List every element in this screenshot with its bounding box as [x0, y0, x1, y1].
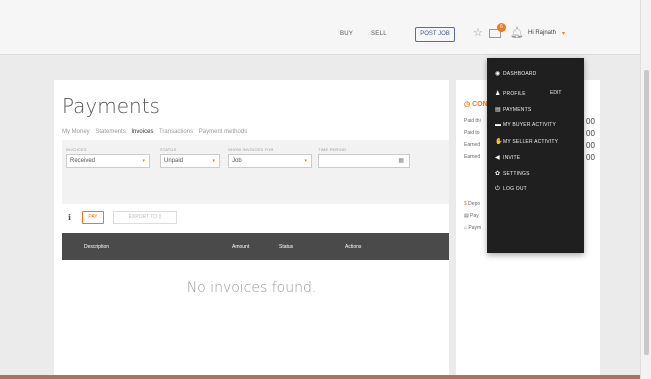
nav-buy-link[interactable]: BUY — [340, 31, 353, 37]
star-icon[interactable]: ☆ — [473, 28, 483, 39]
payments-subnav: My Money Statements Invoices Transaction… — [62, 129, 251, 135]
power-icon: ⏻ — [495, 186, 500, 192]
page-scrollbar[interactable] — [640, 0, 651, 379]
empty-state-message: No invoices found. — [186, 280, 317, 296]
menu-item-label: PAYMENTS — [503, 107, 532, 113]
chevron-down-icon: ▾ — [212, 158, 215, 164]
summary-value: 00 — [586, 129, 595, 138]
bell-icon[interactable]: 🔔︎ — [510, 28, 524, 39]
top-navbar: BUY SELL POST JOB ☆ 6 🔔︎ Hi Rajnath ▾ — [0, 0, 640, 55]
summary-line: Paid to — [464, 130, 480, 136]
menu-item-buyer-activity[interactable]: ▬ MY BUYER ACTIVITY — [495, 122, 556, 128]
summary-link-pay[interactable]: ▤ Pay — [464, 213, 479, 219]
summary-title: ◷ CON — [464, 100, 488, 108]
summary-line: Paid thi — [464, 118, 481, 124]
subnav-invoices[interactable]: Invoices — [131, 129, 153, 135]
menu-item-label: PROFILE — [503, 91, 526, 97]
summary-value: 00 — [586, 153, 595, 162]
deposit-link-label: Depo — [468, 201, 481, 207]
status-select[interactable]: Unpaid ▾ — [160, 154, 220, 168]
user-icon: ♟ — [495, 91, 501, 97]
subnav-my-money[interactable]: My Money — [62, 129, 90, 135]
send-icon: ◀ — [495, 155, 500, 161]
chevron-down-icon: ▾ — [304, 158, 307, 164]
nav-sell-link[interactable]: SELL — [371, 31, 387, 37]
menu-item-label: MY SELLER ACTIVITY — [503, 139, 559, 145]
cart-icon: ▬ — [495, 122, 502, 128]
menu-item-payments[interactable]: ▤ PAYMENTS — [495, 106, 531, 113]
time-period-input[interactable]: ▦ — [318, 154, 410, 168]
calendar-icon: ▦ — [398, 158, 404, 164]
menu-item-dashboard[interactable]: ◉ DASHBOARD — [495, 70, 536, 77]
menu-item-label: MY BUYER ACTIVITY — [503, 122, 557, 128]
menu-item-label: INVITE — [503, 155, 521, 161]
payments-panel: Payments My Money Statements Invoices Tr… — [54, 80, 449, 379]
invoice-filters: INVOICES Received ▾ STATUS Unpaid ▾ SHOW… — [62, 140, 449, 204]
pay-button[interactable]: PAY — [82, 211, 104, 224]
scrollbar-thumb[interactable] — [644, 70, 649, 355]
invoice-table-header: Description Amount Status Actions — [62, 233, 449, 260]
menu-item-settings[interactable]: ✿ SETTINGS — [495, 170, 530, 177]
thumb-icon: ✋ — [495, 139, 503, 145]
dashboard-icon: ◉ — [495, 71, 501, 77]
menu-item-logout[interactable]: ⏻ LOG OUT — [495, 186, 527, 193]
user-dropdown-menu: ◉ DASHBOARD ♟ PROFILE EDIT ▤ PAYMENTS ▬ MY B… — [487, 58, 584, 253]
summary-link-deposit[interactable]: $ Depo — [464, 201, 480, 207]
invoices-select-value: Received — [70, 158, 96, 164]
invoices-filter-label: INVOICES — [66, 147, 87, 152]
card-icon: ▤ — [495, 107, 501, 113]
menu-item-label: DASHBOARD — [503, 71, 537, 77]
summary-line: Earned — [464, 142, 481, 148]
show-for-select-value: Job — [232, 158, 242, 164]
chevron-down-icon: ▾ — [142, 158, 145, 164]
file-icon: ▯ — [158, 214, 162, 220]
footer-strip — [0, 375, 640, 379]
page-title: Payments — [62, 94, 160, 118]
menu-item-seller-activity[interactable]: ✋MY SELLER ACTIVITY — [495, 138, 558, 145]
column-header-actions[interactable]: Actions — [345, 244, 361, 250]
summary-line: Earned — [464, 154, 481, 160]
notification-badge: 6 — [497, 23, 506, 32]
summary-value: 00 — [586, 141, 595, 150]
summary-title-text: CON — [472, 101, 488, 108]
summary-link-payments[interactable]: ⌂ Paym — [464, 225, 481, 231]
payments-link-label: Paym — [468, 225, 482, 231]
show-for-filter-label: SHOW INVOICES FOR — [228, 147, 274, 152]
chevron-down-icon[interactable]: ▾ — [562, 30, 565, 37]
clock-icon: ◷ — [464, 101, 473, 108]
invoices-select[interactable]: Received ▾ — [66, 154, 150, 168]
refresh-icon[interactable]: ℹ — [68, 213, 71, 222]
menu-item-invite[interactable]: ◀ INVITE — [495, 154, 520, 161]
status-select-value: Unpaid — [164, 158, 184, 164]
export-button[interactable]: EXPORT TO ▯ — [113, 211, 177, 224]
column-header-amount[interactable]: Amount — [232, 244, 249, 250]
summary-value: 00 — [586, 117, 595, 126]
status-filter-label: STATUS — [160, 147, 177, 152]
column-header-status[interactable]: Status — [279, 244, 293, 250]
subnav-transactions[interactable]: Transactions — [159, 129, 193, 135]
export-button-label: EXPORT TO — [128, 214, 158, 220]
invoice-actions: ℹ PAY EXPORT TO ▯ — [62, 211, 449, 227]
menu-item-label: SETTINGS — [503, 171, 530, 177]
show-for-select[interactable]: Job ▾ — [228, 154, 312, 168]
time-period-label: TIME PERIOD — [318, 147, 347, 152]
column-header-description[interactable]: Description — [84, 244, 109, 250]
gear-icon: ✿ — [495, 171, 501, 177]
pay-link-label: Pay — [470, 213, 479, 219]
menu-item-label: LOG OUT — [503, 186, 527, 192]
profile-edit-link[interactable]: EDIT — [550, 90, 561, 96]
user-menu-toggle[interactable]: Hi Rajnath — [528, 30, 556, 36]
subnav-payment-methods[interactable]: Payment methods — [199, 129, 247, 135]
subnav-statements[interactable]: Statements — [95, 129, 125, 135]
menu-item-profile[interactable]: ♟ PROFILE — [495, 90, 526, 97]
post-job-button[interactable]: POST JOB — [415, 27, 455, 42]
